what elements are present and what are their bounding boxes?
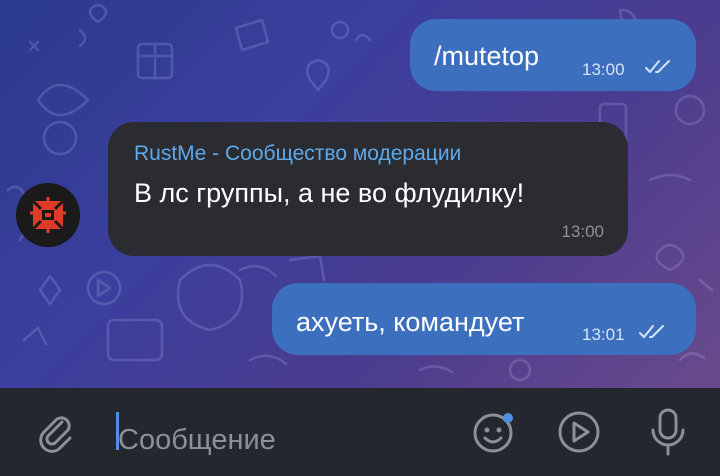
message-text: ахуеть, командует (296, 307, 525, 337)
emoji-icon (473, 413, 513, 453)
message-text: /mutetop (434, 41, 540, 71)
message-time: 13:00 (561, 222, 604, 241)
message-bubble-incoming[interactable]: RustMe - Сообщество модерации В лс групп… (108, 122, 628, 256)
message-time: 13:00 (582, 60, 625, 79)
message-input[interactable]: Сообщение (118, 424, 276, 457)
double-check-icon (639, 325, 664, 338)
message-text: В лс группы, а не во флудилку! (134, 178, 525, 208)
paperclip-icon (39, 416, 72, 453)
sender-avatar[interactable] (16, 183, 80, 247)
attach-button[interactable] (34, 410, 78, 454)
voice-message-button[interactable] (646, 406, 690, 458)
video-message-button[interactable] (555, 408, 603, 456)
microphone-icon (651, 408, 685, 456)
message-bubble-outgoing[interactable]: ахуеть, командует 13:01 (272, 283, 696, 355)
avatar-logo-icon (16, 183, 80, 247)
chat-background: /mutetop 13:00 RustMe - Сообщество модер… (0, 0, 720, 388)
message-input-bar: Сообщение (0, 388, 720, 476)
video-message-icon (558, 411, 600, 453)
emoji-button[interactable] (470, 408, 518, 456)
double-check-icon (645, 60, 670, 73)
sender-name[interactable]: RustMe - Сообщество модерации (134, 142, 461, 166)
message-time: 13:01 (582, 325, 625, 344)
message-bubble-outgoing[interactable]: /mutetop 13:00 (410, 19, 696, 91)
